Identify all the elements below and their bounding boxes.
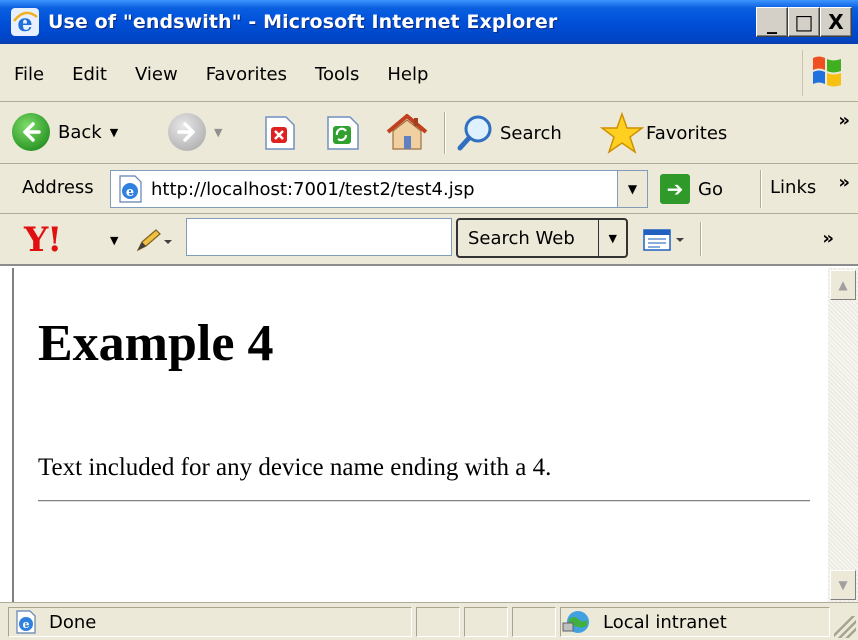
maximize-button[interactable]: □	[788, 7, 820, 37]
scroll-down-icon[interactable]: ▼	[830, 570, 856, 600]
address-dropdown-icon[interactable]: ▼	[617, 171, 647, 207]
windows-flag-icon	[802, 50, 844, 96]
forward-dropdown-icon[interactable]: ▼	[214, 126, 222, 139]
favorites-label: Favorites	[646, 122, 728, 144]
page-content: Example 4 Text included for any device n…	[12, 268, 828, 602]
svg-text:e: e	[126, 185, 134, 200]
yahoo-separator	[700, 222, 702, 256]
address-input[interactable]: e http://localhost:7001/test2/test4.jsp …	[110, 170, 648, 208]
menu-edit[interactable]: Edit	[72, 64, 107, 85]
svg-text:e: e	[23, 618, 30, 631]
forward-button[interactable]: ▼	[168, 113, 222, 151]
toolbar-separator	[444, 112, 446, 154]
search-magnifier-icon	[457, 115, 492, 151]
toolbar-options-icon[interactable]	[640, 226, 688, 254]
menu-help[interactable]: Help	[387, 64, 428, 85]
intranet-icon	[562, 611, 589, 633]
minimize-button[interactable]: _	[756, 7, 788, 37]
status-text: Done	[49, 611, 97, 633]
search-web-dropdown-icon[interactable]: ▼	[598, 220, 626, 256]
yahoo-overflow-icon[interactable]: »	[822, 228, 834, 249]
forward-arrow-icon	[168, 113, 206, 151]
menu-tools[interactable]: Tools	[315, 64, 359, 85]
title-bar[interactable]: e Use of "endswith" - Microsoft Internet…	[0, 0, 858, 44]
status-main: e Done	[8, 607, 412, 637]
status-panel	[416, 607, 460, 637]
back-button[interactable]: Back ▼	[12, 113, 118, 151]
yahoo-search-input[interactable]	[186, 218, 452, 256]
go-arrow-icon: ➔	[660, 174, 690, 204]
go-label: Go	[698, 178, 723, 200]
search-label: Search	[500, 122, 562, 144]
resize-grip-icon[interactable]	[834, 616, 856, 638]
back-label: Back	[58, 121, 102, 143]
stop-icon[interactable]	[262, 115, 296, 151]
favorites-button[interactable]: Favorites	[600, 111, 727, 155]
close-button[interactable]: X	[820, 7, 852, 37]
menu-view[interactable]: View	[135, 64, 178, 85]
horizontal-rule	[38, 500, 810, 502]
zone-text: Local intranet	[603, 611, 727, 633]
links-button[interactable]: Links	[770, 177, 816, 198]
status-panel	[512, 607, 556, 637]
search-button[interactable]: Search	[456, 113, 562, 153]
address-label: Address	[22, 177, 94, 198]
menu-file[interactable]: File	[14, 64, 44, 85]
toolbar-overflow-icon[interactable]: »	[838, 110, 850, 131]
refresh-icon[interactable]	[324, 115, 360, 151]
back-dropdown-icon[interactable]: ▼	[110, 126, 118, 139]
scroll-up-icon[interactable]: ▲	[830, 270, 856, 300]
home-icon[interactable]	[384, 112, 430, 152]
yahoo-logo-icon[interactable]: Y!	[24, 220, 62, 260]
back-arrow-icon	[12, 113, 50, 151]
status-bar: e Done Local intranet	[0, 602, 858, 640]
address-url: http://localhost:7001/test2/test4.jsp	[151, 178, 475, 200]
menu-bar: File Edit View Favorites Tools Help	[0, 44, 858, 102]
favorites-star-icon	[600, 111, 644, 154]
page-heading: Example 4	[38, 315, 274, 372]
go-button[interactable]: ➔ Go	[660, 174, 723, 204]
search-web-label: Search Web	[468, 227, 575, 249]
address-separator	[760, 170, 762, 208]
address-bar: Address e http://localhost:7001/test2/te…	[0, 164, 858, 214]
menu-favorites[interactable]: Favorites	[206, 64, 287, 85]
standard-toolbar: Back ▼ ▼ Search Favorites »	[0, 102, 858, 164]
search-web-button[interactable]: Search Web ▼	[456, 218, 628, 258]
status-panel	[464, 607, 508, 637]
ie-logo-icon: e	[11, 8, 39, 37]
page-icon: e	[119, 175, 142, 203]
vertical-scrollbar[interactable]: ▲ ▼	[828, 268, 858, 602]
page-text: Text included for any device name ending…	[38, 454, 552, 481]
window-title: Use of "endswith" - Microsoft Internet E…	[48, 11, 558, 33]
done-page-icon: e	[16, 610, 36, 634]
status-zone: Local intranet	[560, 607, 830, 637]
pencil-icon[interactable]	[134, 226, 174, 254]
yahoo-toolbar: Y! ▼ Search Web ▼ »	[0, 214, 858, 266]
yahoo-dropdown-icon[interactable]: ▼	[110, 234, 118, 247]
links-overflow-icon[interactable]: »	[838, 172, 850, 193]
